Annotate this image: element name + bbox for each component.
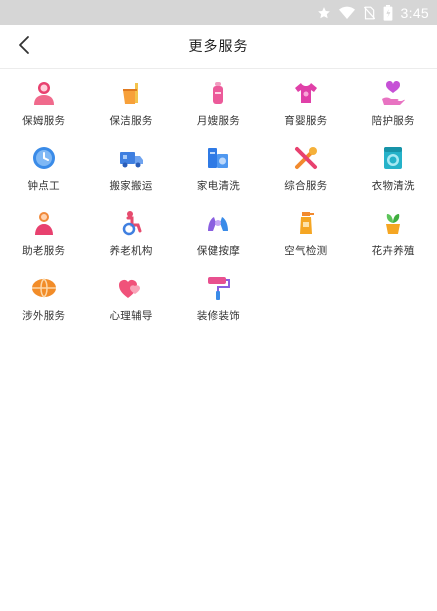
hand-heart-icon bbox=[378, 78, 408, 108]
service-maternity[interactable]: 月嫂服务 bbox=[175, 75, 262, 140]
service-label: 综合服务 bbox=[284, 180, 328, 192]
paint-roller-icon bbox=[203, 273, 233, 303]
service-moving[interactable]: 搬家搬运 bbox=[87, 140, 174, 205]
service-label: 保健按摩 bbox=[196, 245, 241, 257]
service-counseling[interactable]: 心理辅导 bbox=[87, 270, 174, 335]
service-label: 搬家搬运 bbox=[109, 180, 153, 192]
flower-pot-icon bbox=[378, 208, 408, 238]
moving-truck-icon bbox=[116, 143, 146, 173]
baby-clothes-icon bbox=[291, 78, 321, 108]
tools-icon bbox=[291, 143, 321, 173]
service-label: 保洁服务 bbox=[109, 115, 153, 127]
service-escort[interactable]: 陪护服务 bbox=[350, 75, 437, 140]
service-label: 陪护服务 bbox=[371, 115, 415, 127]
service-label: 钟点工 bbox=[27, 180, 60, 192]
clock-icon bbox=[29, 143, 59, 173]
service-air-test[interactable]: 空气检测 bbox=[262, 205, 349, 270]
cleaning-bucket-icon bbox=[116, 78, 146, 108]
baby-bottle-icon bbox=[203, 78, 233, 108]
service-label: 养老机构 bbox=[109, 245, 153, 257]
spray-bottle-icon bbox=[291, 208, 321, 238]
service-label: 空气检测 bbox=[284, 245, 328, 257]
wifi-icon bbox=[338, 6, 355, 20]
globe-icon bbox=[29, 273, 59, 303]
status-time: 3:45 bbox=[400, 4, 429, 21]
service-label: 心理辅导 bbox=[109, 310, 153, 322]
service-renovation[interactable]: 装修装饰 bbox=[175, 270, 262, 335]
services-grid: 保姆服务 保洁服务 月嫂服务 育婴服务 陪护服务 钟点工 搬家搬运 家电清洗 综… bbox=[0, 75, 437, 335]
battery-icon bbox=[383, 4, 393, 21]
appliance-icon bbox=[203, 143, 233, 173]
status-bar: 3:45 bbox=[0, 0, 437, 25]
star-icon bbox=[317, 6, 331, 20]
service-label: 衣物清洗 bbox=[371, 180, 415, 192]
service-hourly[interactable]: 钟点工 bbox=[0, 140, 87, 205]
washing-machine-icon bbox=[378, 143, 408, 173]
service-infant[interactable]: 育婴服务 bbox=[262, 75, 349, 140]
service-label: 月嫂服务 bbox=[196, 115, 241, 127]
service-label: 家电清洗 bbox=[196, 180, 241, 192]
service-nursing-home[interactable]: 养老机构 bbox=[87, 205, 174, 270]
service-label: 育婴服务 bbox=[284, 115, 328, 127]
wheelchair-icon bbox=[116, 208, 146, 238]
service-cleaning[interactable]: 保洁服务 bbox=[87, 75, 174, 140]
service-flowers[interactable]: 花卉养殖 bbox=[350, 205, 437, 270]
page-title: 更多服务 bbox=[188, 39, 249, 55]
massage-icon bbox=[203, 208, 233, 238]
service-foreign[interactable]: 涉外服务 bbox=[0, 270, 87, 335]
service-label: 保姆服务 bbox=[22, 115, 66, 127]
service-label: 花卉养殖 bbox=[371, 245, 415, 257]
no-sim-icon bbox=[363, 6, 375, 20]
service-nanny[interactable]: 保姆服务 bbox=[0, 75, 87, 140]
nav-bar: 更多服务 bbox=[0, 25, 437, 69]
nanny-icon bbox=[29, 78, 59, 108]
service-appliance[interactable]: 家电清洗 bbox=[175, 140, 262, 205]
service-general[interactable]: 综合服务 bbox=[262, 140, 349, 205]
service-label: 装修装饰 bbox=[196, 310, 241, 322]
service-label: 助老服务 bbox=[22, 245, 66, 257]
service-massage[interactable]: 保健按摩 bbox=[175, 205, 262, 270]
elderly-helper-icon bbox=[29, 208, 59, 238]
service-label: 涉外服务 bbox=[22, 310, 66, 322]
service-elderly-help[interactable]: 助老服务 bbox=[0, 205, 87, 270]
service-laundry[interactable]: 衣物清洗 bbox=[350, 140, 437, 205]
hearts-icon bbox=[116, 273, 146, 303]
